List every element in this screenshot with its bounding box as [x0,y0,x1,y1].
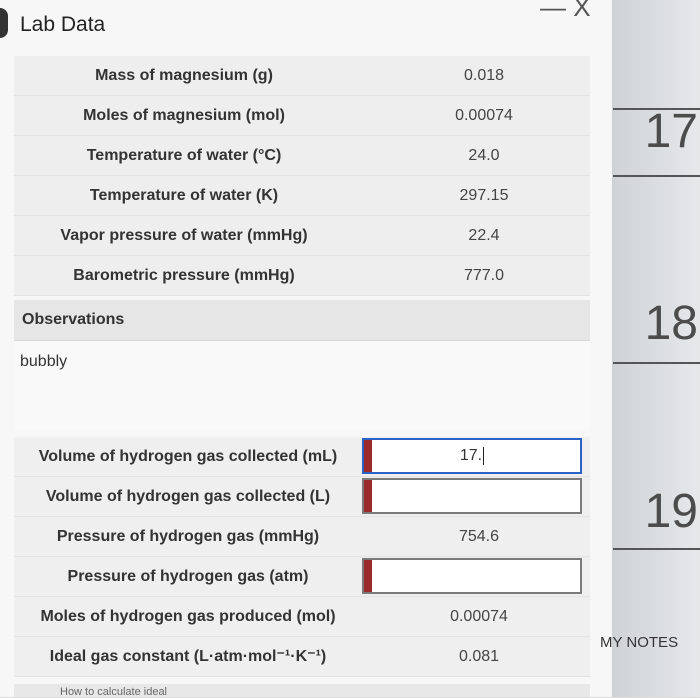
title-bar: Lab Data — X [0,0,612,50]
my-notes-button[interactable]: MY NOTES [600,634,678,651]
lab-data-table: Mass of magnesium (g) 0.018 Moles of mag… [14,56,590,296]
row-value: 777.0 [463,267,505,284]
row-value: 754.6 [458,528,500,545]
row-label: Barometric pressure (mmHg) [73,267,295,284]
background-number: 17 [644,105,698,158]
row-label: Volume of hydrogen gas collected (mL) [38,448,338,465]
table-row: Ideal gas constant (L·atm·mol⁻¹·K⁻¹) 0.0… [14,637,590,677]
required-flag [364,480,372,512]
input-value: 17. [459,447,483,464]
row-value: 0.018 [463,67,505,84]
table-row: Vapor pressure of water (mmHg) 22.4 [14,216,590,256]
required-flag [364,440,372,472]
row-label: Mass of magnesium (g) [95,67,273,84]
table-row: Volume of hydrogen gas collected (mL) 17… [14,437,590,477]
row-label: Ideal gas constant (L·atm·mol⁻¹·K⁻¹) [49,648,327,665]
panel-title: Lab Data [20,13,106,36]
observations-text: bubbly [20,353,68,370]
table-row: Temperature of water (K) 297.15 [14,176,590,216]
background-number: 19 [644,485,698,538]
observations-text-area[interactable]: bubbly [14,341,590,431]
row-label: Temperature of water (K) [89,187,279,204]
observations-header: Observations [14,300,590,341]
row-label: Pressure of hydrogen gas (mmHg) [56,528,320,545]
window-controls[interactable]: — X [540,0,591,23]
row-label: Temperature of water (°C) [86,147,282,164]
row-label: Moles of hydrogen gas produced (mol) [40,608,336,625]
hydrogen-gas-table: Volume of hydrogen gas collected (mL) 17… [14,437,590,677]
row-label: Vapor pressure of water (mmHg) [60,227,308,244]
table-row: Temperature of water (°C) 24.0 [14,136,590,176]
row-value: 0.00074 [455,107,513,124]
lab-data-panel: Lab Data — X Mass of magnesium (g) 0.018… [0,0,613,698]
footer-link[interactable]: How to calculate ideal [60,686,167,698]
title-tab-marker [0,8,8,38]
table-row: Mass of magnesium (g) 0.018 [14,56,590,96]
row-label: Moles of magnesium (mol) [83,107,285,124]
background-number: 18 [644,297,698,350]
row-value: 297.15 [459,187,509,204]
footer-strip: How to calculate ideal [14,684,590,698]
table-row: Barometric pressure (mmHg) 777.0 [14,256,590,296]
table-row: Pressure of hydrogen gas (mmHg) 754.6 [14,517,590,557]
background-rule [613,362,700,364]
volume-l-input[interactable] [362,478,582,514]
row-value: 0.00074 [450,608,508,625]
table-row: Moles of magnesium (mol) 0.00074 [14,96,590,136]
required-flag [364,560,372,592]
text-caret [483,446,485,465]
row-label: Pressure of hydrogen gas (atm) [67,568,309,585]
row-value: 0.081 [458,648,500,665]
observations-title: Observations [22,311,125,328]
table-row: Pressure of hydrogen gas (atm) [14,557,590,597]
row-value: 24.0 [468,147,500,164]
background-rule [613,548,700,550]
background-rule [613,175,700,177]
volume-ml-input[interactable]: 17. [362,438,582,474]
table-row: Moles of hydrogen gas produced (mol) 0.0… [14,597,590,637]
row-value: 22.4 [468,227,500,244]
row-label: Volume of hydrogen gas collected (L) [45,488,331,505]
pressure-atm-input[interactable] [362,558,582,594]
table-row: Volume of hydrogen gas collected (L) [14,477,590,517]
